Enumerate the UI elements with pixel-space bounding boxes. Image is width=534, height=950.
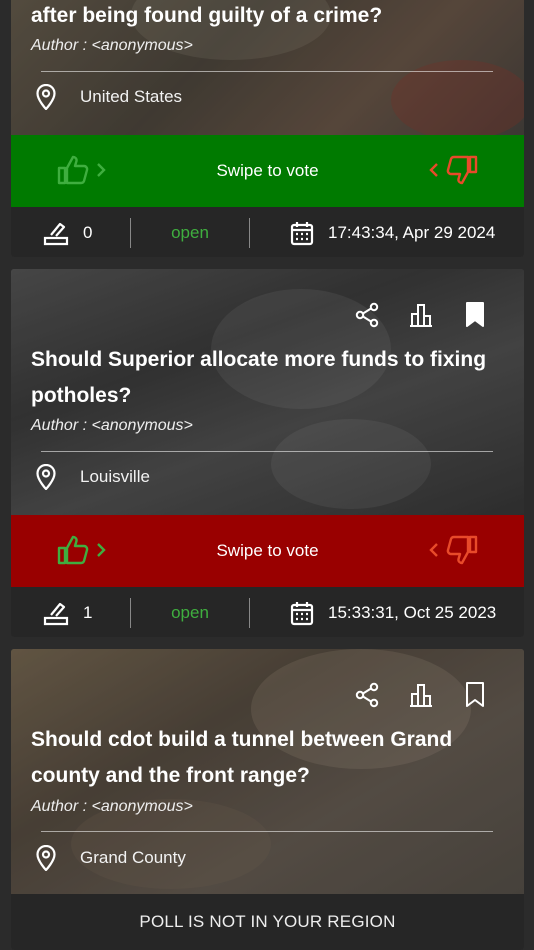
poll-title[interactable]: Should Superior allocate more funds to f…	[31, 342, 501, 414]
poll-title[interactable]: after being found guilty of a crime?	[31, 0, 501, 34]
results-button[interactable]	[408, 682, 434, 708]
poll-title[interactable]: Should cdot build a tunnel between Grand…	[31, 722, 501, 794]
poll-datetime: 17:43:34, Apr 29 2024	[328, 222, 496, 242]
share-button[interactable]	[354, 682, 380, 708]
poll-date: 17:43:34, Apr 29 2024	[250, 220, 524, 246]
share-icon	[355, 682, 379, 708]
vote-up[interactable]	[57, 535, 107, 565]
poll-author: Author : <anonymous>	[31, 37, 193, 54]
divider	[41, 451, 493, 452]
poll-card[interactable]: Should Superior allocate more funds to f…	[11, 269, 524, 637]
ballot-box-icon	[43, 602, 69, 625]
location-label: Grand County	[80, 848, 186, 867]
share-icon	[355, 302, 379, 328]
bookmark-button[interactable]	[462, 302, 488, 328]
vote-count: 0	[11, 220, 130, 246]
poll-datetime: 15:33:31, Oct 25 2023	[328, 602, 497, 622]
poll-card[interactable]: after being found guilty of a crime? Aut…	[11, 0, 524, 257]
divider	[41, 71, 493, 72]
poll-status: open	[171, 222, 209, 242]
swipe-label: Swipe to vote	[216, 161, 319, 180]
location-pin-icon	[36, 464, 56, 490]
poll-location: Louisville	[36, 464, 150, 490]
location-pin-icon	[36, 84, 56, 110]
poll-author: Author : <anonymous>	[31, 417, 193, 434]
bookmark-icon	[466, 302, 484, 327]
poll-status: open	[171, 602, 209, 622]
poll-date: 15:33:31, Oct 25 2023	[250, 600, 524, 626]
poll-card[interactable]: Should cdot build a tunnel between Grand…	[11, 649, 524, 950]
poll-stats-bar: 1 open 15:33:31, Oct 25 2023	[11, 587, 524, 637]
results-chart-icon	[410, 304, 432, 327]
chevron-left-icon	[429, 163, 438, 177]
location-pin-icon	[36, 845, 56, 871]
vote-up[interactable]	[57, 155, 107, 185]
vote-down[interactable]	[428, 155, 478, 185]
swipe-vote-bar[interactable]: Swipe to vote	[11, 515, 524, 587]
poll-actions	[354, 682, 488, 708]
region-notice: POLL IS NOT IN YOUR REGION	[11, 894, 524, 950]
chevron-left-icon	[429, 543, 438, 557]
thumbs-up-icon	[57, 535, 89, 565]
swipe-vote-bar[interactable]: Swipe to vote	[11, 135, 524, 207]
ballot-box-icon	[43, 222, 69, 245]
vote-count-value: 0	[83, 222, 93, 242]
poll-actions	[354, 302, 488, 328]
calendar-icon	[290, 601, 314, 625]
vote-count: 1	[11, 600, 130, 626]
location-label: Louisville	[80, 467, 150, 486]
calendar-icon	[290, 221, 314, 245]
poll-author: Author : <anonymous>	[31, 798, 193, 815]
location-label: United States	[80, 87, 183, 106]
share-button[interactable]	[354, 302, 380, 328]
thumbs-down-icon	[446, 155, 478, 185]
vote-count-value: 1	[83, 602, 93, 622]
poll-location: United States	[36, 84, 182, 110]
divider	[41, 831, 493, 832]
vote-down[interactable]	[428, 535, 478, 565]
chevron-right-icon	[97, 163, 106, 177]
thumbs-up-icon	[57, 155, 89, 185]
chevron-right-icon	[97, 543, 106, 557]
poll-stats-bar: 0 open 17:43:34, Apr 29 2024	[11, 207, 524, 257]
bookmark-button[interactable]	[462, 682, 488, 708]
swipe-label: Swipe to vote	[216, 541, 319, 560]
bookmark-icon	[466, 682, 484, 707]
results-button[interactable]	[408, 302, 434, 328]
results-chart-icon	[410, 684, 432, 707]
thumbs-down-icon	[446, 535, 478, 565]
poll-location: Grand County	[36, 845, 186, 871]
